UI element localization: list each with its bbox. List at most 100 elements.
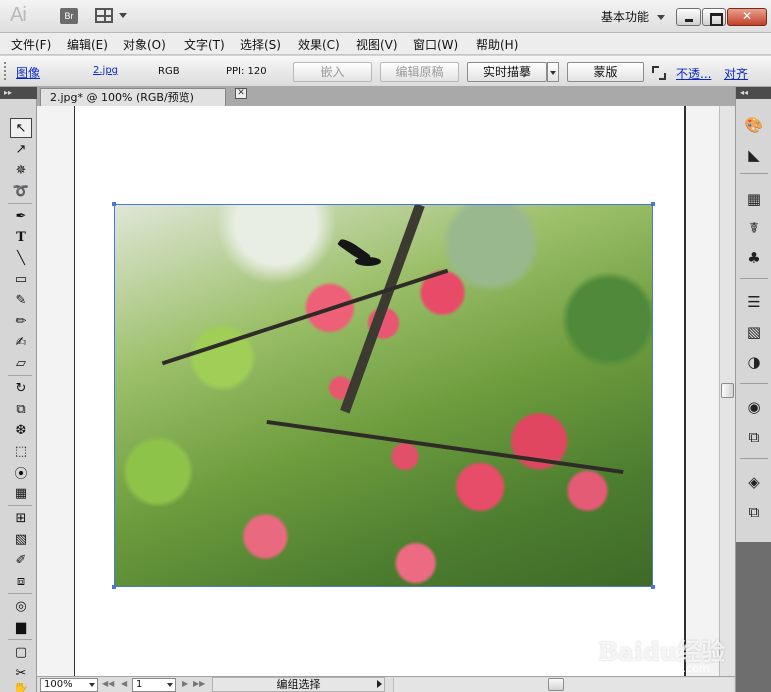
color-panel-icon[interactable]: 🎨 <box>743 115 765 135</box>
selection-anchor[interactable] <box>112 202 116 206</box>
arrange-documents-button[interactable] <box>95 8 127 24</box>
menu-help[interactable]: 帮助(H) <box>476 36 518 53</box>
scale-tool-icon[interactable]: ⧉ <box>10 399 32 419</box>
transparency-icon[interactable]: ◑ <box>743 352 765 372</box>
placed-image[interactable] <box>114 204 653 587</box>
mesh-tool-icon[interactable]: ⊞ <box>10 508 32 528</box>
chevron-down-icon <box>167 683 173 687</box>
menu-type[interactable]: 文字(T) <box>184 36 225 53</box>
blend-tool-icon[interactable]: ⧈ <box>10 571 32 591</box>
rotate-tool-icon[interactable]: ↻ <box>10 378 32 398</box>
artboards-icon[interactable]: ⧉ <box>743 502 765 522</box>
transform-icon[interactable] <box>652 66 666 80</box>
selection-anchor[interactable] <box>112 585 116 589</box>
align-link[interactable]: 对齐 <box>724 65 748 82</box>
close-tab-icon[interactable]: ✕ <box>235 88 247 99</box>
dock-header[interactable]: ◂◂ <box>736 87 771 99</box>
grip-icon[interactable] <box>4 62 8 80</box>
horizontal-scrollbar[interactable] <box>393 678 733 692</box>
pencil-tool-icon[interactable]: ✏ <box>10 311 32 331</box>
selection-anchor[interactable] <box>651 202 655 206</box>
tool-separator <box>8 375 32 376</box>
stroke-icon[interactable]: ☰ <box>743 292 765 312</box>
menu-select[interactable]: 选择(S) <box>240 36 281 53</box>
embed-button[interactable]: 嵌入 <box>293 62 372 82</box>
artboard-tool-icon[interactable]: ▢ <box>10 642 32 662</box>
menu-window[interactable]: 窗口(W) <box>413 36 458 53</box>
tree-branch <box>161 268 449 366</box>
zoom-select[interactable]: 100% <box>40 678 98 692</box>
selection-anchor[interactable] <box>651 585 655 589</box>
perspective-grid-tool-icon[interactable]: ▦ <box>10 483 32 503</box>
dock-separator <box>740 173 768 174</box>
tool-separator <box>8 639 32 640</box>
next-artboard-icon[interactable]: ▶ <box>182 679 188 688</box>
hand-tool-icon[interactable]: ✋ <box>10 683 32 692</box>
artboard-number: 1 <box>136 679 143 690</box>
baidu-watermark: Baidu经验 jingyan.baidu.com <box>598 632 725 675</box>
opacity-link[interactable]: 不透... <box>676 65 711 82</box>
vertical-scrollbar[interactable] <box>719 106 735 676</box>
layers-icon[interactable]: ◈ <box>743 472 765 492</box>
menu-view[interactable]: 视图(V) <box>356 36 398 53</box>
menu-edit[interactable]: 编辑(E) <box>67 36 108 53</box>
symbol-sprayer-tool-icon[interactable]: ◎ <box>10 596 32 616</box>
column-graph-tool-icon[interactable]: ▆ <box>10 617 32 637</box>
eraser-tool-icon[interactable]: ▱ <box>10 353 32 373</box>
gradient-panel-icon[interactable]: ▧ <box>743 322 765 342</box>
pen-tool-icon[interactable]: ✒ <box>10 206 32 226</box>
tools-panel-header[interactable]: ▸▸ <box>0 87 37 99</box>
file-name-link[interactable]: 2.jpg <box>93 65 118 76</box>
chevron-down-icon <box>89 683 95 687</box>
warp-tool-icon[interactable]: ❆ <box>10 420 32 440</box>
edit-original-button[interactable]: 编辑原稿 <box>380 62 459 82</box>
eyedropper-tool-icon[interactable]: ✐ <box>10 550 32 570</box>
shape-builder-tool-icon[interactable]: ⦿ <box>10 462 32 482</box>
trace-options-dropdown[interactable] <box>547 62 559 82</box>
menu-effect[interactable]: 效果(C) <box>298 36 340 53</box>
mask-button[interactable]: 蒙版 <box>567 62 644 82</box>
type-tool-icon[interactable]: T <box>10 227 32 247</box>
brushes-icon[interactable]: ☤ <box>743 218 765 238</box>
line-tool-icon[interactable]: ╲ <box>10 248 32 268</box>
vertical-scroll-thumb[interactable] <box>721 383 734 398</box>
slice-tool-icon[interactable]: ✂ <box>10 663 32 683</box>
status-text[interactable]: 编组选择 <box>212 677 385 692</box>
blob-brush-tool-icon[interactable]: ✍ <box>10 332 32 352</box>
document-tab-bar: 2.jpg* @ 100% (RGB/预览) ✕ <box>37 87 735 106</box>
swatches-icon[interactable]: ▦ <box>743 189 765 209</box>
live-trace-button[interactable]: 实时描摹 <box>467 62 547 82</box>
object-type-link[interactable]: 图像 <box>16 64 40 81</box>
horizontal-scroll-thumb[interactable] <box>548 678 564 691</box>
color-guide-icon[interactable]: ◣ <box>743 145 765 165</box>
symbols-icon[interactable]: ♣ <box>743 248 765 268</box>
last-artboard-icon[interactable]: ▶▶ <box>193 679 205 688</box>
workspace-switcher[interactable]: 基本功能 <box>601 8 666 25</box>
tool-separator <box>8 505 32 506</box>
document-tab[interactable]: 2.jpg* @ 100% (RGB/预览) <box>40 88 226 106</box>
menu-file[interactable]: 文件(F) <box>11 36 51 53</box>
butterfly <box>337 245 383 269</box>
artboard-select[interactable]: 1 <box>132 678 176 692</box>
magic-wand-tool-icon[interactable]: ✵ <box>10 160 32 180</box>
status-menu-arrow-icon[interactable] <box>377 680 382 688</box>
rectangle-tool-icon[interactable]: ▭ <box>10 269 32 289</box>
maximize-button[interactable] <box>702 8 726 26</box>
direct-selection-tool-icon[interactable]: ↗ <box>10 139 32 159</box>
selection-tool-icon[interactable]: ↖ <box>10 118 32 138</box>
tools-panel: ▸▸ ↖ ↗ ✵ ➰ ✒ T ╲ ▭ ✎ ✏ ✍ ▱ ↻ ⧉ ❆ ⬚ ⦿ ▦ ⊞… <box>0 87 37 692</box>
dock-empty-area <box>736 542 771 692</box>
first-artboard-icon[interactable]: ◀◀ <box>102 679 114 688</box>
menu-object[interactable]: 对象(O) <box>123 36 166 53</box>
lasso-tool-icon[interactable]: ➰ <box>10 181 32 201</box>
close-window-button[interactable] <box>727 8 767 26</box>
previous-artboard-icon[interactable]: ◀ <box>121 679 127 688</box>
minimize-button[interactable] <box>676 8 701 26</box>
paintbrush-tool-icon[interactable]: ✎ <box>10 290 32 310</box>
bridge-button[interactable]: Br <box>60 8 78 24</box>
free-transform-tool-icon[interactable]: ⬚ <box>10 441 32 461</box>
graphic-styles-icon[interactable]: ⧉ <box>743 427 765 447</box>
gradient-tool-icon[interactable]: ▧ <box>10 529 32 549</box>
canvas-area[interactable] <box>37 106 719 676</box>
appearance-icon[interactable]: ◉ <box>743 397 765 417</box>
